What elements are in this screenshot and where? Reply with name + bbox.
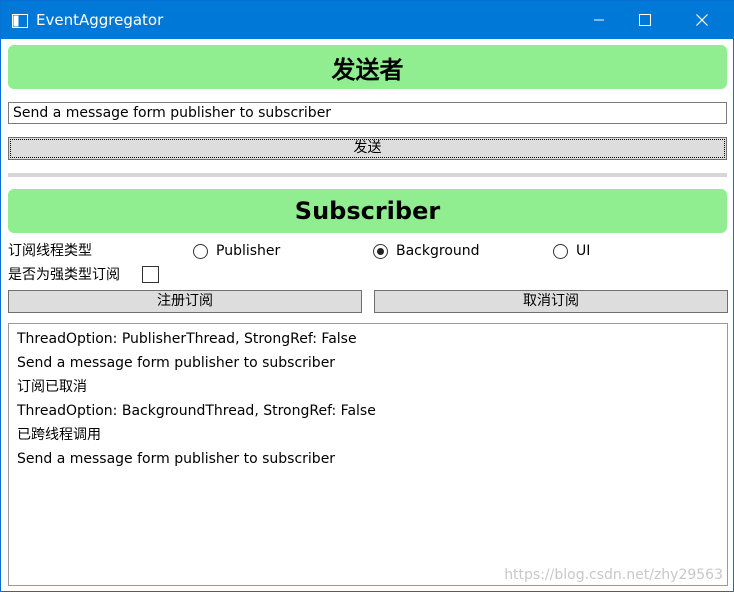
log-line: 订阅已取消: [17, 379, 87, 395]
radio-background[interactable]: Background: [373, 241, 480, 261]
log-line: Send a message form publisher to subscri…: [17, 451, 336, 467]
log-line: Send a message form publisher to subscri…: [17, 355, 336, 371]
register-subscription-button[interactable]: 注册订阅: [8, 290, 362, 313]
app-window-icon: [12, 13, 28, 28]
close-button[interactable]: [679, 1, 725, 39]
radio-publisher-label: Publisher: [216, 243, 281, 259]
title-bar[interactable]: EventAggregator: [1, 1, 734, 39]
log-line: ThreadOption: BackgroundThread, StrongRe…: [17, 403, 376, 419]
window-title: EventAggregator: [36, 11, 164, 29]
maximize-icon: [639, 11, 651, 30]
radio-ui[interactable]: UI: [553, 241, 590, 261]
unsubscribe-button[interactable]: 取消订阅: [374, 290, 728, 313]
radio-publisher[interactable]: Publisher: [193, 241, 280, 261]
radio-background-circle[interactable]: [373, 243, 388, 259]
radio-ui-circle[interactable]: [553, 243, 568, 259]
subscriber-header: Subscriber: [8, 189, 727, 233]
log-line: 已跨线程调用: [17, 427, 101, 443]
send-button[interactable]: 发送: [8, 137, 727, 160]
watermark: https://blog.csdn.net/zhy29563: [504, 567, 723, 583]
strong-ref-label: 是否为强类型订阅: [8, 267, 120, 283]
radio-ui-label: UI: [576, 243, 591, 259]
log-line: ThreadOption: PublisherThread, StrongRef…: [17, 331, 357, 347]
minimize-button[interactable]: [576, 1, 622, 39]
thread-type-label: 订阅线程类型: [8, 243, 92, 259]
minimize-icon: [593, 11, 605, 30]
radio-background-label: Background: [396, 243, 480, 259]
section-separator: [8, 173, 727, 177]
publisher-header: 发送者: [8, 45, 727, 89]
maximize-button[interactable]: [622, 1, 668, 39]
close-icon: [696, 11, 708, 30]
main-window: EventAggregator 发送者 发送 Subscriber 订阅线程类型…: [0, 0, 734, 592]
message-input[interactable]: [8, 102, 727, 124]
radio-publisher-circle[interactable]: [193, 243, 208, 259]
strong-ref-checkbox[interactable]: [142, 266, 159, 283]
message-log[interactable]: ThreadOption: PublisherThread, StrongRef…: [8, 323, 728, 586]
